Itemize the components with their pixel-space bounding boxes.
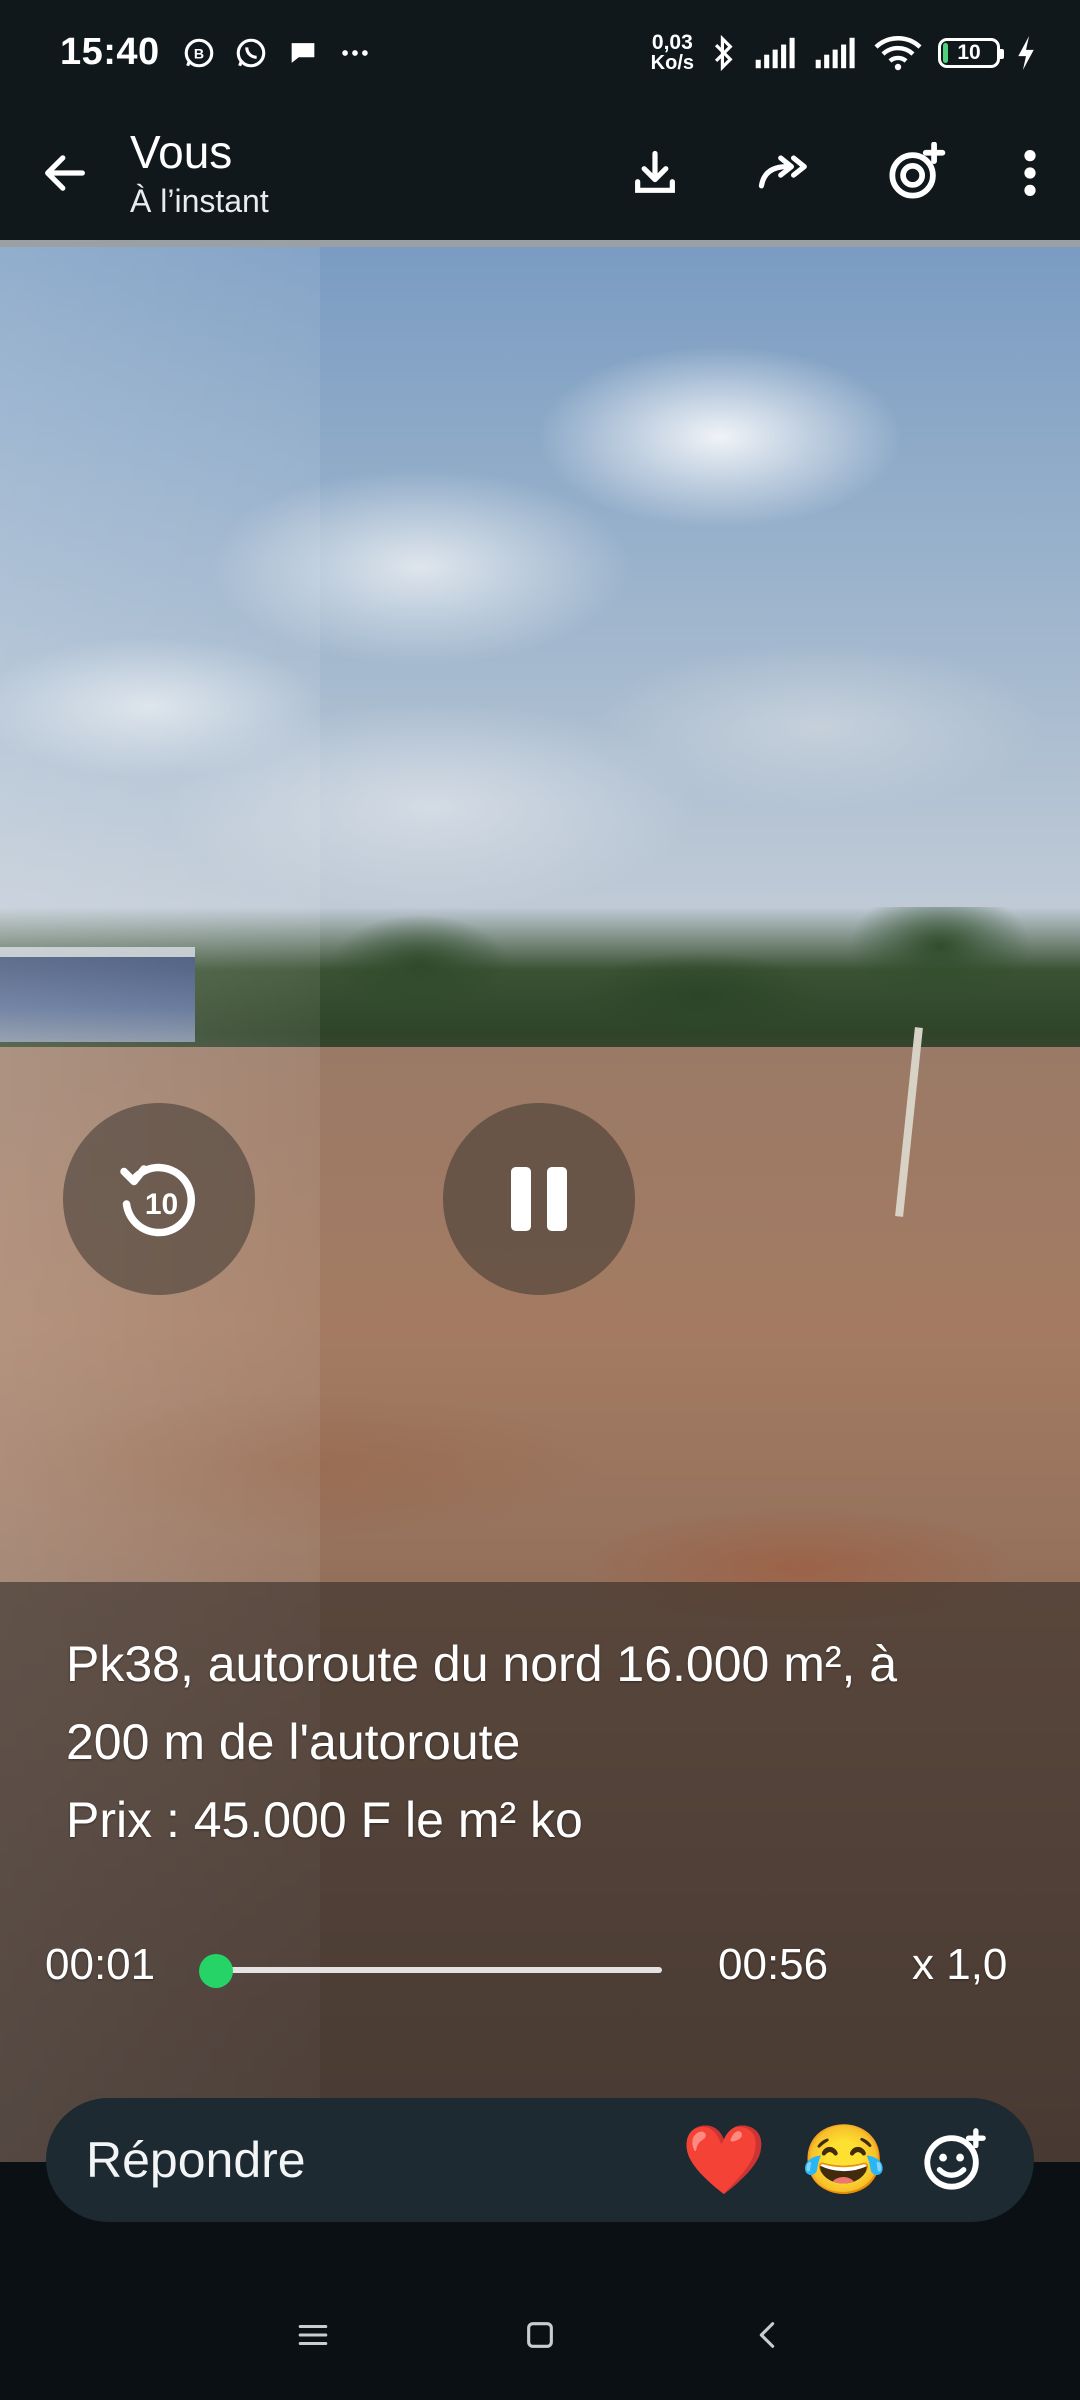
forward-button[interactable] — [720, 105, 850, 240]
current-time: 00:01 — [45, 1940, 156, 1989]
battery-icon: 10 — [938, 37, 1004, 68]
chevron-left-icon — [759, 2322, 774, 2348]
system-nav-bar — [0, 2270, 1080, 2400]
caption-line: Prix : 45.000 F le m² ko — [66, 1792, 583, 1848]
back-button[interactable] — [0, 105, 130, 240]
whatsapp-icon — [236, 38, 266, 67]
status-time: 15:40 — [60, 31, 160, 73]
download-icon — [635, 150, 675, 193]
net-speed-value: 0,03 — [651, 31, 693, 54]
add-reaction-button[interactable] — [904, 2098, 1004, 2222]
more-dots-icon — [341, 49, 368, 56]
battery-fill — [943, 42, 949, 63]
menu-icon — [299, 2324, 328, 2346]
reaction-heart[interactable]: ❤️ — [664, 2098, 784, 2222]
download-button[interactable] — [590, 105, 720, 240]
pause-button[interactable] — [443, 1103, 635, 1295]
net-speed-unit: Ko/s — [650, 52, 694, 74]
status-bar: 15:40 B 0,03 Ko/s 10 — [0, 0, 1080, 105]
home-button[interactable] — [480, 2275, 600, 2395]
rewind-10-icon: 10 — [120, 1163, 196, 1237]
more-options-button[interactable] — [980, 105, 1080, 240]
system-icons: 0,03 Ko/s 10 — [651, 32, 1036, 73]
caption-line: 200 m de l'autoroute — [66, 1714, 521, 1770]
add-to-status-button[interactable] — [850, 105, 980, 240]
home-square-icon — [527, 2322, 553, 2348]
arrow-left-icon — [45, 154, 85, 191]
recents-button[interactable] — [253, 2275, 373, 2395]
chat-bubble-icon — [291, 42, 315, 63]
page-title: Vous — [130, 126, 233, 178]
notification-icons: B — [182, 36, 372, 70]
charging-icon — [1018, 35, 1034, 70]
caption-line: Pk38, autoroute du nord 16.000 m², à — [66, 1636, 898, 1692]
signal-icon — [815, 37, 855, 68]
svg-text:B: B — [194, 46, 204, 62]
sender-info: Vous À l’instant — [130, 125, 269, 220]
total-time: 00:56 — [718, 1940, 829, 1989]
playback-speed-button[interactable]: x 1,0 — [912, 1940, 1007, 1990]
reaction-laughing[interactable]: 😂 — [784, 2098, 904, 2222]
seek-thumb[interactable] — [199, 1954, 233, 1988]
whatsapp-business-icon: B — [184, 38, 214, 67]
forward-icon — [758, 154, 807, 188]
status-timestamp: À l’instant — [130, 183, 269, 219]
rewind-button[interactable]: 10 — [63, 1103, 255, 1295]
more-vert-icon — [1024, 149, 1036, 196]
smiley-add-icon — [924, 2128, 986, 2190]
rewind-seconds: 10 — [145, 1188, 178, 1221]
battery-level: 10 — [957, 40, 981, 64]
back-nav-button[interactable] — [707, 2275, 827, 2395]
signal-icon — [755, 37, 795, 68]
reply-bar[interactable]: Répondre ❤️ 😂 — [46, 2098, 1034, 2222]
header-actions — [590, 105, 1080, 240]
app-bar: Vous À l’instant — [0, 105, 1080, 240]
pause-icon — [511, 1167, 567, 1231]
net-speed: 0,03 Ko/s — [651, 32, 694, 73]
quick-reactions: ❤️ 😂 — [664, 2098, 1004, 2222]
reply-input[interactable]: Répondre — [86, 2131, 306, 2189]
status-progress-strip — [0, 240, 1080, 247]
wifi-icon — [874, 35, 922, 70]
bluetooth-icon — [714, 34, 733, 71]
status-caption: Pk38, autoroute du nord 16.000 m², à 200… — [66, 1625, 1026, 1859]
seek-bar[interactable] — [215, 1967, 662, 1973]
camera-add-icon — [889, 141, 946, 199]
